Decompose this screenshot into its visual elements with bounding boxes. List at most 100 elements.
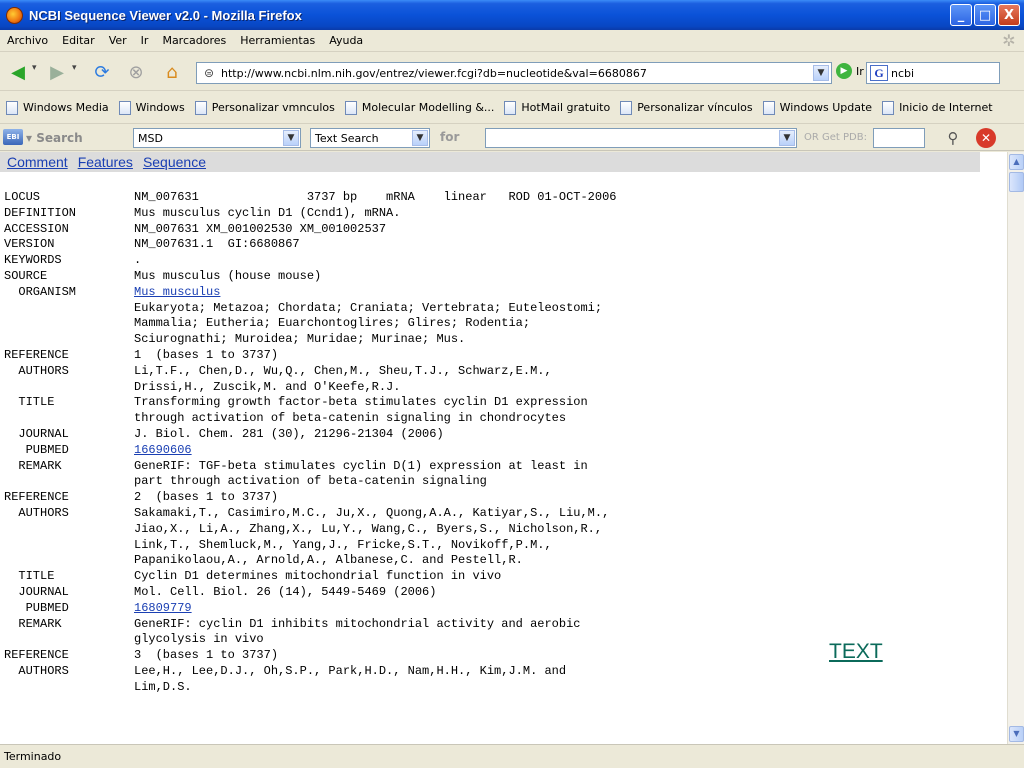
record-value: Sciurognathi; Muroidea; Muridae; Murinae… [134, 332, 466, 347]
record-key: AUTHORS [4, 363, 69, 378]
scroll-down-icon[interactable]: ▼ [1009, 726, 1024, 742]
clear-search-icon[interactable]: ✕ [976, 128, 996, 148]
bookmark-hotmail[interactable]: HotMail gratuito [504, 100, 610, 115]
menu-archivo[interactable]: Archivo [0, 34, 55, 47]
close-button[interactable]: X [998, 4, 1020, 26]
url-bar[interactable]: ⊜ http://www.ncbi.nlm.nih.gov/entrez/vie… [196, 62, 832, 84]
record-key: AUTHORS [4, 663, 69, 678]
record-line: part through activation of beta-catenin … [4, 474, 616, 490]
search-label-text: Search [36, 131, 83, 145]
bookmark-windows-media[interactable]: Windows Media [6, 100, 109, 115]
record-line: REFERENCE 1 (bases 1 to 3737) [4, 348, 616, 364]
google-search-icon[interactable]: G [870, 65, 888, 81]
bookmark-personalizar-vinculos[interactable]: Personalizar vínculos [620, 100, 753, 115]
record-value: glycolysis in vivo [134, 632, 264, 647]
menu-ayuda[interactable]: Ayuda [322, 34, 370, 47]
menu-herramientas[interactable]: Herramientas [233, 34, 322, 47]
text-link[interactable]: TEXT [829, 640, 883, 664]
forward-dropdown-icon[interactable]: ▾ [72, 63, 77, 73]
bookmark-page-icon [620, 100, 633, 115]
record-value: Eukaryota; Metazoa; Chordata; Craniata; … [134, 300, 603, 315]
back-arrow-icon[interactable]: ◀ [6, 60, 30, 84]
menu-ir[interactable]: Ir [134, 34, 156, 47]
record-key: REMARK [4, 458, 62, 473]
record-value: 3 (bases 1 to 3737) [134, 648, 279, 663]
record-value: NM_007631 XM_001002530 XM_001002537 [134, 221, 387, 236]
bookmark-inicio-internet[interactable]: Inicio de Internet [882, 100, 993, 115]
bookmark-windows[interactable]: Windows [118, 100, 185, 115]
record-line: Sciurognathi; Muroidea; Muridae; Murinae… [4, 332, 616, 348]
maximize-button[interactable]: □ [974, 4, 996, 26]
minimize-button[interactable]: _ [950, 4, 972, 26]
tab-comment[interactable]: Comment [7, 154, 68, 170]
database-select[interactable]: MSD ▼ [133, 128, 301, 148]
record-line: Mammalia; Eutheria; Euarchontoglires; Gl… [4, 316, 616, 332]
record-value: GeneRIF: TGF-beta stimulates cyclin D(1)… [134, 458, 588, 473]
bookmark-windows-update[interactable]: Windows Update [762, 100, 873, 115]
search-input[interactable]: ncbi [891, 67, 914, 80]
chevron-down-icon[interactable]: ▼ [283, 130, 299, 146]
record-line: LOCUS NM_007631 3737 bp mRNA linear ROD 0… [4, 190, 616, 206]
title-bar: NCBI Sequence Viewer v2.0 - Mozilla Fire… [0, 0, 1024, 30]
record-key: TITLE [4, 569, 55, 584]
page-favicon-icon: ⊜ [203, 66, 215, 80]
reload-icon[interactable]: ⟳ [90, 60, 114, 84]
url-text[interactable]: http://www.ncbi.nlm.nih.gov/entrez/viewe… [221, 67, 647, 80]
status-bar: Terminado [0, 744, 1024, 768]
menu-marcadores[interactable]: Marcadores [155, 34, 233, 47]
pdb-input[interactable] [873, 128, 925, 148]
record-line: Eukaryota; Metazoa; Chordata; Craniata; … [4, 301, 616, 317]
go-button[interactable]: ▶ Ir [836, 63, 864, 79]
record-key: JOURNAL [4, 426, 69, 441]
bookmark-label: Windows Update [779, 101, 873, 114]
ebi-logo-icon[interactable]: EBI [3, 129, 23, 145]
search-mode-select[interactable]: Text Search ▼ [310, 128, 430, 148]
search-term-input[interactable]: ▼ [485, 128, 797, 148]
magnifier-icon[interactable]: ⚲ [943, 128, 963, 148]
scroll-up-icon[interactable]: ▲ [1009, 154, 1024, 170]
record-link[interactable]: Mus musculus [134, 285, 220, 299]
record-value: Transforming growth factor-beta stimulat… [134, 395, 588, 410]
record-line: PUBMED 16809779 [4, 601, 616, 617]
record-line: AUTHORS Sakamaki,T., Casimiro,M.C., Ju,X.… [4, 506, 616, 522]
scroll-thumb[interactable] [1009, 172, 1024, 192]
search-label[interactable]: ▾ Search [26, 131, 83, 145]
record-line: AUTHORS Lee,H., Lee,D.J., Oh,S.P., Park,H… [4, 664, 616, 680]
bookmark-page-icon [882, 100, 895, 115]
for-label: for [440, 130, 460, 144]
tab-sequence[interactable]: Sequence [143, 154, 206, 170]
record-key: VERSION [4, 237, 55, 252]
record-line: Lim,D.S. [4, 680, 616, 696]
vertical-scrollbar[interactable]: ▲ ▼ [1007, 152, 1024, 744]
record-value: Lee,H., Lee,D.J., Oh,S.P., Park,H.D., Na… [134, 663, 567, 678]
menu-editar[interactable]: Editar [55, 34, 102, 47]
bookmark-page-icon [344, 100, 357, 115]
record-value: Drissi,H., Zuscik,M. and O'Keefe,R.J. [134, 379, 401, 394]
record-key: DEFINITION [4, 205, 77, 220]
record-value: Li,T.F., Chen,D., Wu,Q., Chen,M., Sheu,T… [134, 363, 552, 378]
bookmark-page-icon [118, 100, 131, 115]
bookmark-label: Personalizar vínculos [637, 101, 753, 114]
tab-features[interactable]: Features [78, 154, 133, 170]
stop-icon[interactable]: ⊗ [124, 60, 148, 84]
forward-arrow-icon[interactable]: ▶ [45, 60, 69, 84]
bookmark-molecular-modelling[interactable]: Molecular Modelling &... [344, 100, 494, 115]
record-link[interactable]: 16809779 [134, 601, 192, 615]
bookmark-personalizar-vmnculos[interactable]: Personalizar vmnculos [194, 100, 335, 115]
go-arrow-icon: ▶ [836, 63, 852, 79]
bookmarks-toolbar: Windows Media Windows Personalizar vmncu… [0, 92, 1024, 124]
record-link[interactable]: 16690606 [134, 443, 192, 457]
menu-bar: Archivo Editar Ver Ir Marcadores Herrami… [0, 30, 1024, 52]
record-key: JOURNAL [4, 584, 69, 599]
menu-ver[interactable]: Ver [102, 34, 134, 47]
record-value: 1 (bases 1 to 3737) [134, 347, 279, 362]
url-dropdown-icon[interactable]: ▼ [813, 65, 829, 81]
search-box[interactable]: G ncbi [866, 62, 1000, 84]
chevron-down-icon[interactable]: ▼ [412, 130, 428, 146]
record-line: ACCESSION NM_007631 XM_001002530 XM_00100… [4, 222, 616, 238]
back-dropdown-icon[interactable]: ▾ [32, 63, 37, 73]
page-content: Comment Features Sequence LOCUS NM_007631… [0, 152, 1007, 744]
record-line: DEFINITION Mus musculus cyclin D1 (Ccnd1)… [4, 206, 616, 222]
chevron-down-icon[interactable]: ▼ [779, 130, 795, 146]
home-icon[interactable]: ⌂ [160, 60, 184, 84]
